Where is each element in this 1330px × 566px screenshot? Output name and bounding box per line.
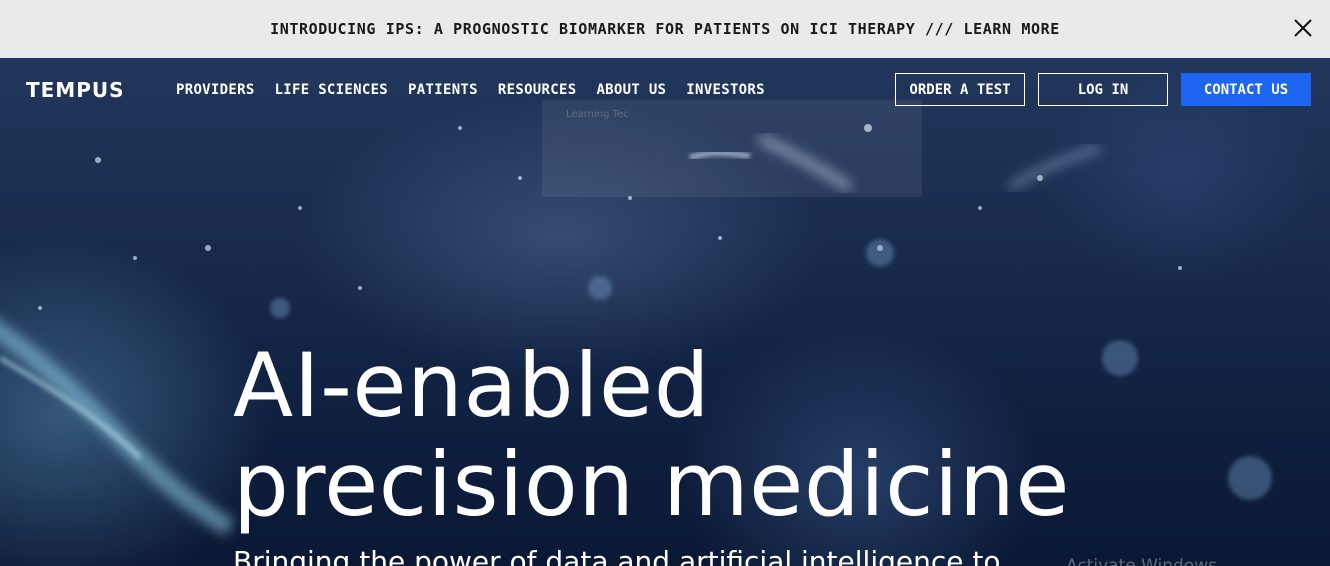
hero-headline-line2: precision medicine xyxy=(233,433,1070,536)
activate-windows-watermark: Activate Windows xyxy=(1066,556,1217,566)
nav-life-sciences[interactable]: LIFE SCIENCES xyxy=(275,82,388,98)
announcement-bar[interactable]: INTRODUCING IPS: A PROGNOSTIC BIOMARKER … xyxy=(0,0,1330,58)
hero-headline: AI-enabled precision medicine xyxy=(233,336,1070,534)
login-button[interactable]: LOG IN xyxy=(1038,73,1168,106)
hero-subheadline: Bringing the power of data and artificia… xyxy=(233,545,1001,566)
nav-investors[interactable]: INVESTORS xyxy=(686,82,765,98)
close-icon[interactable] xyxy=(1288,13,1318,43)
nav-about-us[interactable]: ABOUT US xyxy=(596,82,666,98)
announcement-text[interactable]: INTRODUCING IPS: A PROGNOSTIC BIOMARKER … xyxy=(270,20,1060,38)
order-test-button[interactable]: ORDER A TEST xyxy=(895,73,1025,106)
nav-providers[interactable]: PROVIDERS xyxy=(176,82,255,98)
contact-us-button[interactable]: CONTACT US xyxy=(1181,73,1311,106)
hero-headline-line1: AI-enabled xyxy=(233,334,711,437)
nav-resources[interactable]: RESOURCES xyxy=(498,82,577,98)
nav-links: PROVIDERS LIFE SCIENCES PATIENTS RESOURC… xyxy=(176,82,765,98)
nav-patients[interactable]: PATIENTS xyxy=(408,82,478,98)
tempus-logo[interactable]: TEMPUS xyxy=(26,78,125,102)
